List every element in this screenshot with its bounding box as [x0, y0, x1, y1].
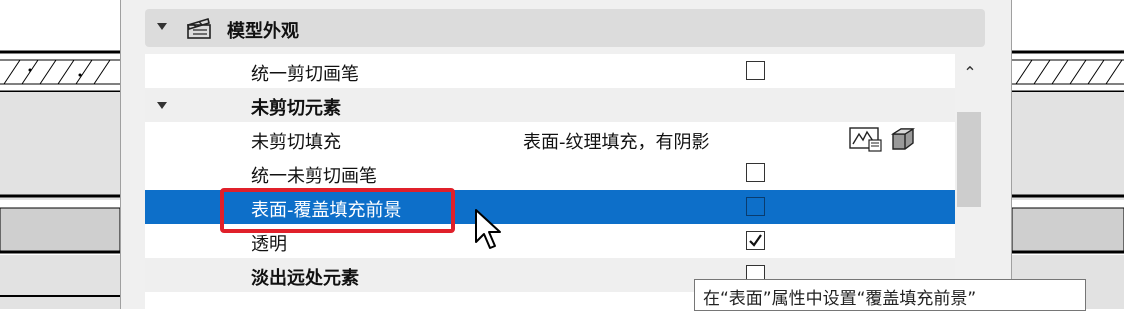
settings-dialog: 模型外观 统一剪切画笔 未剪切元素 未剪切填充 表面-纹理填充，有阴影 统一未剪…	[120, 0, 1012, 309]
checkmark-icon	[749, 234, 762, 247]
uniform-uncut-pen-checkbox[interactable]	[746, 163, 765, 182]
row-label: 未剪切填充	[251, 132, 341, 153]
transparent-checkbox[interactable]	[746, 231, 765, 250]
uncut-fill-value: 表面-纹理填充，有阴影	[523, 132, 710, 153]
fill-type-icons[interactable]	[849, 126, 921, 152]
tooltip: 在“表面”属性中设置“覆盖填充前景”	[694, 279, 1086, 311]
row-uniform-cut-pen[interactable]: 统一剪切画笔	[145, 54, 955, 88]
group-title: 模型外观	[227, 21, 299, 42]
clapperboard-icon	[185, 16, 213, 40]
cad-drawing-right	[1012, 0, 1124, 309]
group-header-model-appearance[interactable]: 模型外观	[145, 9, 985, 47]
category-label: 淡出远处元素	[251, 268, 359, 289]
annotation-highlight-box	[220, 188, 455, 233]
mouse-cursor-icon	[474, 208, 504, 254]
collapse-triangle-icon[interactable]	[157, 102, 167, 109]
property-tree: 统一剪切画笔 未剪切元素 未剪切填充 表面-纹理填充，有阴影 统一未剪切画笔 表…	[145, 54, 955, 309]
cad-drawing-left	[0, 0, 120, 309]
collapse-triangle-icon[interactable]	[157, 23, 167, 30]
row-label: 统一剪切画笔	[251, 64, 359, 85]
category-label: 未剪切元素	[251, 98, 341, 119]
row-uncut-fill[interactable]: 未剪切填充 表面-纹理填充，有阴影	[145, 122, 955, 156]
category-uncut-elements[interactable]: 未剪切元素	[145, 88, 955, 122]
scrollbar-thumb[interactable]	[957, 112, 981, 207]
row-label: 统一未剪切画笔	[251, 166, 377, 187]
uniform-cut-pen-checkbox[interactable]	[746, 61, 765, 80]
row-label: 透明	[251, 234, 287, 255]
surface-override-checkbox[interactable]	[746, 197, 765, 216]
scroll-up-arrow-icon[interactable]: ⌃	[955, 56, 985, 90]
row-uniform-uncut-pen[interactable]: 统一未剪切画笔	[145, 156, 955, 190]
